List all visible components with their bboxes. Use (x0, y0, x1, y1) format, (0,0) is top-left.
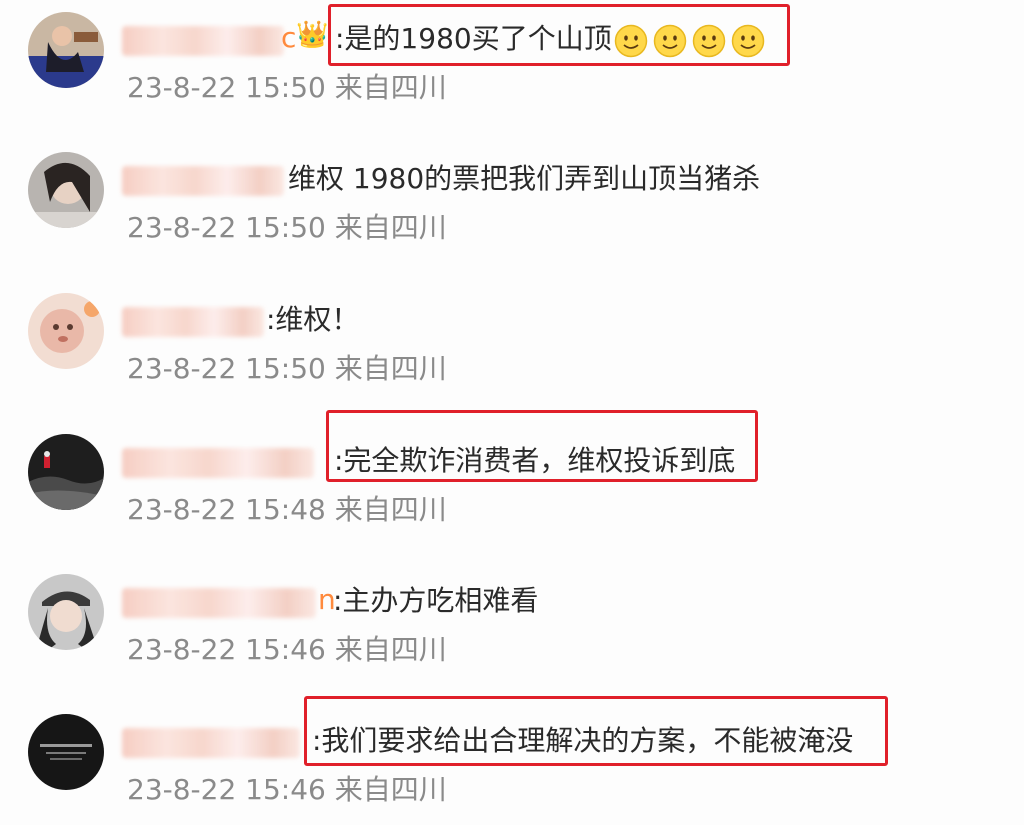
comment-list: c 👑 :是的1980买了个山顶 23-8-22 15:50 来自四川 维权 1… (0, 0, 1024, 825)
comment-item: :维权！ 23-8-22 15:50 来自四川 (0, 287, 1024, 417)
location: 来自四川 (334, 71, 447, 104)
timestamp: 23-8-22 15:46 (127, 633, 326, 666)
location: 来自四川 (334, 633, 447, 666)
avatar[interactable] (28, 574, 104, 650)
comment-text: :维权！ (266, 303, 360, 336)
location: 来自四川 (334, 493, 447, 526)
timestamp: 23-8-22 15:50 (127, 352, 326, 385)
comment-text: 维权 1980的票把我们弄到山顶当猪杀 (288, 162, 761, 195)
timestamp: 23-8-22 15:46 (127, 773, 326, 806)
location: 来自四川 (334, 211, 447, 244)
avatar[interactable] (28, 434, 104, 510)
location: 来自四川 (334, 773, 447, 806)
comment-item: :我们要求给出合理解决的方案，不能被淹没 23-8-22 15:46 来自四川 (0, 696, 1024, 825)
username-blurred[interactable] (122, 728, 300, 758)
highlight-box (328, 4, 790, 66)
comment-meta: 23-8-22 15:48 来自四川 (127, 490, 447, 530)
comment-item: :完全欺诈消费者，维权投诉到底 23-8-22 15:48 来自四川 (0, 410, 1024, 558)
username-blurred[interactable] (122, 26, 284, 56)
avatar[interactable] (28, 12, 104, 88)
comment-meta: 23-8-22 15:50 来自四川 (127, 208, 447, 248)
avatar[interactable] (28, 152, 104, 228)
location: 来自四川 (334, 352, 447, 385)
highlight-box (326, 410, 758, 482)
highlight-box (304, 696, 888, 766)
comment-meta: 23-8-22 15:50 来自四川 (127, 349, 447, 389)
timestamp: 23-8-22 15:48 (127, 493, 326, 526)
username-blurred[interactable] (122, 307, 264, 337)
username-blurred[interactable] (122, 448, 314, 478)
comment-item: 维权 1980的票把我们弄到山顶当猪杀 23-8-22 15:50 来自四川 (0, 146, 1024, 276)
comment-meta: 23-8-22 15:46 来自四川 (127, 770, 447, 810)
crown-icon: 👑 (296, 20, 329, 50)
avatar[interactable] (28, 293, 104, 369)
comment-meta: 23-8-22 15:46 来自四川 (127, 630, 447, 670)
comment-item: n :主办方吃相难看 23-8-22 15:46 来自四川 (0, 568, 1024, 698)
avatar[interactable] (28, 714, 104, 790)
username-blurred[interactable] (122, 588, 316, 618)
comment-item: c 👑 :是的1980买了个山顶 23-8-22 15:50 来自四川 (0, 4, 1024, 136)
timestamp: 23-8-22 15:50 (127, 71, 326, 104)
username-blurred[interactable] (122, 166, 284, 196)
comment-meta: 23-8-22 15:50 来自四川 (127, 68, 447, 108)
username-suffix: c (281, 21, 297, 54)
comment-text: :主办方吃相难看 (333, 584, 539, 617)
timestamp: 23-8-22 15:50 (127, 211, 326, 244)
